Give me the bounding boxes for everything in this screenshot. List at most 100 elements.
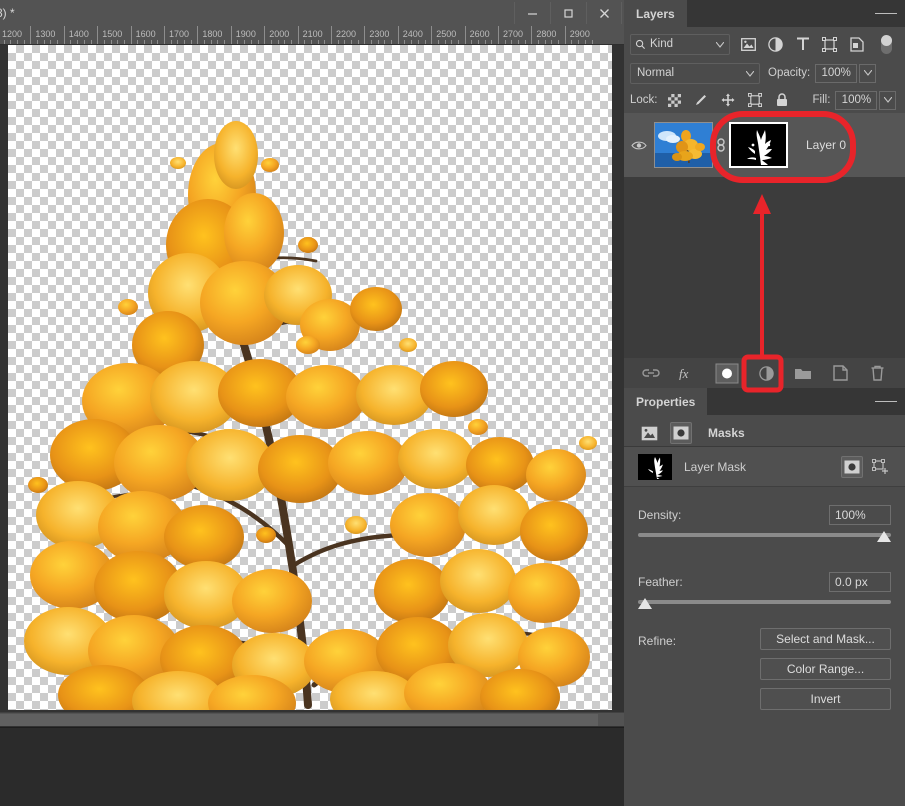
minimize-button[interactable] xyxy=(514,2,550,24)
document-canvas[interactable] xyxy=(8,45,612,710)
layer-thumbnail[interactable] xyxy=(654,122,713,168)
close-button[interactable] xyxy=(586,2,622,24)
add-vector-mask-icon[interactable] xyxy=(869,456,891,478)
layer-mask-link-icon[interactable] xyxy=(713,138,729,152)
ruler-minor-tick xyxy=(371,40,373,44)
ruler-tick-label: 1500 xyxy=(102,29,123,39)
blend-mode-row: Normal Opacity: 100% xyxy=(624,61,905,85)
filter-toggle-switch[interactable] xyxy=(881,34,892,54)
adjustment-layer-filter-icon[interactable] xyxy=(767,36,784,53)
link-layers-icon[interactable] xyxy=(641,363,661,383)
ruler-minor-tick xyxy=(224,40,226,44)
table-row[interactable]: Layer 0 xyxy=(624,113,905,177)
fill-label: Fill: xyxy=(812,94,831,106)
properties-panel-menu-icon[interactable] xyxy=(875,388,897,415)
lock-image-pixels-icon[interactable] xyxy=(693,92,710,109)
horizontal-ruler[interactable]: 1200 1300 1400 1500 1600 1700 1800 1900 2000 2100… xyxy=(0,26,624,45)
tab-layers[interactable]: Layers xyxy=(624,0,687,27)
autumn-tree-image xyxy=(24,121,597,710)
ruler-minor-tick xyxy=(591,40,593,44)
ruler-minor-tick xyxy=(217,40,219,44)
delete-layer-icon[interactable] xyxy=(867,363,887,383)
layer-mask-thumbnail[interactable] xyxy=(729,122,788,168)
feather-input[interactable]: 0.0 px xyxy=(829,572,891,592)
color-range-button[interactable]: Color Range... xyxy=(760,658,891,680)
refine-label: Refine: xyxy=(638,634,677,648)
svg-text:fx: fx xyxy=(679,366,689,380)
layer-style-fx-icon[interactable]: fx xyxy=(678,363,698,383)
ruler-tick-label: 2400 xyxy=(402,29,423,39)
type-layer-filter-icon[interactable] xyxy=(794,36,811,53)
lock-artboard-nesting-icon[interactable] xyxy=(747,92,764,109)
smart-object-filter-icon[interactable] xyxy=(848,36,865,53)
new-group-icon[interactable] xyxy=(793,363,813,383)
ruler-minor-tick xyxy=(304,40,306,44)
density-slider-handle[interactable] xyxy=(877,531,891,542)
mask-properties-icon[interactable] xyxy=(670,422,692,444)
lock-position-icon[interactable] xyxy=(720,92,737,109)
ruler-minor-tick xyxy=(284,40,286,44)
ruler-tick-label: 2200 xyxy=(336,29,357,39)
eye-icon xyxy=(631,141,647,149)
ruler-tick-label: 1900 xyxy=(235,29,256,39)
invert-button[interactable]: Invert xyxy=(760,688,891,710)
horizontal-scrollbar[interactable] xyxy=(0,712,624,726)
filter-kind-select[interactable]: Kind xyxy=(630,33,730,55)
document-titlebar[interactable]: 8) * xyxy=(0,0,624,26)
ruler-minor-tick xyxy=(504,40,506,44)
pixel-mask-icon[interactable] xyxy=(841,455,863,478)
layers-panel-menu-icon[interactable] xyxy=(875,0,897,27)
ruler-tick-label: 2000 xyxy=(269,29,290,39)
image-properties-icon[interactable] xyxy=(638,422,660,444)
new-layer-icon[interactable] xyxy=(830,363,850,383)
layer-mask-row[interactable]: Layer Mask xyxy=(624,447,905,487)
ruler-minor-tick xyxy=(471,40,473,44)
ruler-tick: 1600 xyxy=(130,26,156,44)
add-layer-mask-icon[interactable] xyxy=(715,363,739,384)
document-title: 8) * xyxy=(0,6,15,20)
ruler-minor-tick xyxy=(437,40,439,44)
density-control: Density: 100% xyxy=(624,505,905,542)
opacity-label: Opacity: xyxy=(768,67,811,79)
ruler-minor-tick xyxy=(558,40,560,44)
feather-slider-track[interactable] xyxy=(638,598,891,609)
ruler-tick-label: 1400 xyxy=(68,29,89,39)
density-input[interactable]: 100% xyxy=(829,505,891,525)
ruler-minor-tick xyxy=(524,40,526,44)
horizontal-scrollbar-thumb[interactable] xyxy=(0,714,598,726)
layer-visibility-toggle[interactable] xyxy=(624,140,654,151)
blend-mode-select[interactable]: Normal xyxy=(630,62,760,84)
ruler-minor-tick xyxy=(518,40,520,44)
ruler-minor-tick xyxy=(424,40,426,44)
tab-properties[interactable]: Properties xyxy=(624,388,708,415)
properties-tabbar: Properties xyxy=(624,388,905,415)
fill-stepper[interactable] xyxy=(879,90,897,110)
ruler-tick: 2700 xyxy=(498,26,523,44)
fill-input[interactable]: 100% xyxy=(835,90,878,110)
ruler-minor-tick xyxy=(310,40,312,44)
opacity-stepper[interactable] xyxy=(859,63,877,83)
new-adjustment-layer-icon[interactable] xyxy=(756,363,776,383)
ruler-minor-tick xyxy=(484,40,486,44)
select-and-mask-button[interactable]: Select and Mask... xyxy=(760,628,891,650)
ruler-minor-tick xyxy=(290,40,292,44)
lock-all-icon[interactable] xyxy=(774,92,791,109)
ruler-minor-tick xyxy=(377,40,379,44)
ruler-minor-tick xyxy=(23,40,25,44)
document-window: 8) * 1200 1300 1400 1500 1600 1700 1800 1900 200… xyxy=(0,0,624,806)
ruler-minor-tick xyxy=(110,40,112,44)
shape-layer-filter-icon[interactable] xyxy=(821,36,838,53)
opacity-input[interactable]: 100% xyxy=(815,63,858,83)
chevron-down-icon xyxy=(746,70,754,77)
ruler-minor-tick xyxy=(270,40,272,44)
lock-transparent-pixels-icon[interactable] xyxy=(666,92,683,109)
feather-slider-handle[interactable] xyxy=(638,598,652,609)
ruler-minor-tick xyxy=(170,40,172,44)
canvas-viewport[interactable] xyxy=(0,45,624,712)
layer-list[interactable]: Layer 0 xyxy=(624,113,905,358)
refine-section: Refine: Select and Mask... Color Range..… xyxy=(624,628,905,710)
pixel-layer-filter-icon[interactable] xyxy=(740,36,757,53)
ruler-tick: 1800 xyxy=(197,26,222,44)
density-slider-track[interactable] xyxy=(638,531,891,542)
maximize-button[interactable] xyxy=(550,2,586,24)
